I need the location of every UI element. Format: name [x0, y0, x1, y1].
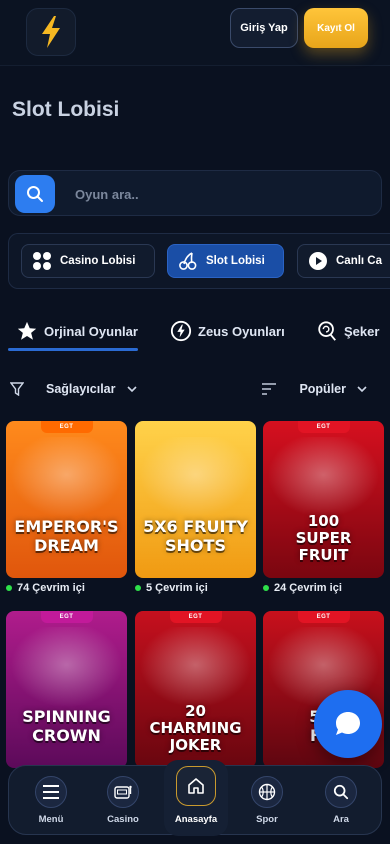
game-title: 100 SUPER FRUIT [295, 512, 352, 564]
provider-badge: EGT [40, 611, 93, 623]
star-icon [16, 320, 38, 342]
top-header: Giriş Yap Kayıt Ol [0, 0, 390, 66]
game-title: EMPEROR'S DREAM [14, 517, 119, 555]
nav-search[interactable]: Ara [313, 776, 369, 825]
tab-label: Orjinal Oyunlar [44, 323, 138, 339]
tab-label: Casino Lobisi [60, 255, 136, 267]
game-title: 20 CHARMING JOKER [149, 702, 242, 754]
nav-casino[interactable]: Casino [95, 776, 151, 825]
nav-label: Spor [256, 814, 278, 825]
provider-badge: EGT [169, 611, 222, 623]
nav-label: Casino [107, 814, 139, 825]
tab-casino-lobby[interactable]: Casino Lobisi [21, 244, 155, 278]
provider-badge: EGT [297, 421, 350, 433]
online-dot [263, 585, 269, 591]
lightning-circle-icon [170, 320, 192, 342]
online-label: 74 Çevrim içi [17, 582, 85, 594]
nav-sports[interactable]: Spor [239, 776, 295, 825]
tab-zeus-games[interactable]: Zeus Oyunları [170, 320, 285, 342]
game-artwork [263, 437, 384, 521]
bottom-navigation: Menü Casino Anasayfa Spor Ara [8, 760, 382, 836]
chevron-down-icon [126, 386, 137, 393]
game-card[interactable]: EGT 100 SUPER FRUIT [263, 421, 384, 578]
menu-icon [35, 776, 67, 808]
home-icon [176, 766, 216, 806]
online-label: 5 Çevrim içi [146, 582, 208, 594]
play-icon [308, 251, 328, 271]
game-artwork [135, 627, 256, 711]
game-card[interactable]: EGT 20 CHARMING JOKER [135, 611, 256, 768]
providers-dropdown[interactable]: Sağlayıcılar [10, 382, 138, 396]
filter-bar: Sağlayıcılar Popüler [0, 378, 390, 402]
tab-label: Slot Lobisi [206, 255, 265, 267]
tab-candy[interactable]: Şeker [316, 320, 379, 342]
game-search-bar [8, 170, 382, 217]
provider-badge: EGT [297, 611, 350, 623]
category-tabs: Orjinal Oyunlar Zeus Oyunları Şeker [0, 316, 390, 352]
online-count: 5 Çevrim içi [135, 582, 208, 594]
tab-label: Şeker [344, 323, 380, 339]
online-dot [135, 585, 141, 591]
tab-label: Zeus Oyunları [198, 323, 285, 339]
grid-icon [32, 251, 52, 271]
lollipop-icon [316, 320, 338, 342]
game-card[interactable]: EGT EMPEROR'S DREAM [6, 421, 127, 578]
provider-badge: EGT [40, 421, 93, 433]
basketball-icon [251, 776, 283, 808]
game-title: SPINNING CROWN [22, 707, 111, 745]
online-dot [6, 585, 12, 591]
game-artwork [135, 437, 256, 521]
providers-label: Sağlayıcılar [46, 382, 116, 396]
search-input[interactable] [75, 171, 365, 217]
tab-slot-lobby[interactable]: Slot Lobisi [167, 244, 284, 278]
tab-label: Canlı Ca [336, 255, 383, 267]
chat-bubble-icon [336, 712, 360, 735]
register-button[interactable]: Kayıt Ol [304, 8, 368, 48]
sort-label: Popüler [299, 382, 346, 396]
slot-machine-icon [107, 776, 139, 808]
login-button[interactable]: Giriş Yap [230, 8, 298, 48]
online-count: 74 Çevrim içi [6, 582, 85, 594]
site-logo[interactable] [26, 8, 76, 56]
nav-label: Menü [38, 814, 64, 825]
search-icon [27, 186, 43, 202]
game-artwork [6, 437, 127, 521]
tab-live-casino[interactable]: Canlı Ca [297, 244, 390, 278]
game-card[interactable]: 5X6 FRUITY SHOTS [135, 421, 256, 578]
filter-icon [10, 382, 24, 396]
sort-dropdown[interactable]: Popüler [261, 382, 368, 396]
game-title: 5X6 FRUITY SHOTS [143, 517, 248, 555]
search-icon [325, 776, 357, 808]
live-chat-button[interactable] [314, 690, 382, 758]
game-card[interactable]: EGT SPINNING CROWN [6, 611, 127, 768]
page-title: Slot Lobisi [12, 98, 120, 121]
chevron-down-icon [357, 386, 367, 393]
sort-icon [262, 383, 277, 395]
online-count: 24 Çevrim içi [263, 582, 342, 594]
nav-menu[interactable]: Menü [23, 776, 79, 825]
online-label: 24 Çevrim içi [274, 582, 342, 594]
lobby-tabs: Casino Lobisi Slot Lobisi Canlı Ca [8, 233, 390, 289]
lightning-bolt-icon [42, 16, 60, 48]
nav-home[interactable]: Anasayfa [164, 760, 228, 836]
nav-label: Anasayfa [174, 814, 218, 825]
nav-label: Ara [333, 814, 349, 825]
game-artwork [6, 627, 127, 711]
search-button[interactable] [15, 175, 55, 213]
active-tab-indicator [8, 348, 138, 351]
cherries-icon [178, 251, 198, 271]
tab-original-games[interactable]: Orjinal Oyunlar [16, 320, 138, 342]
